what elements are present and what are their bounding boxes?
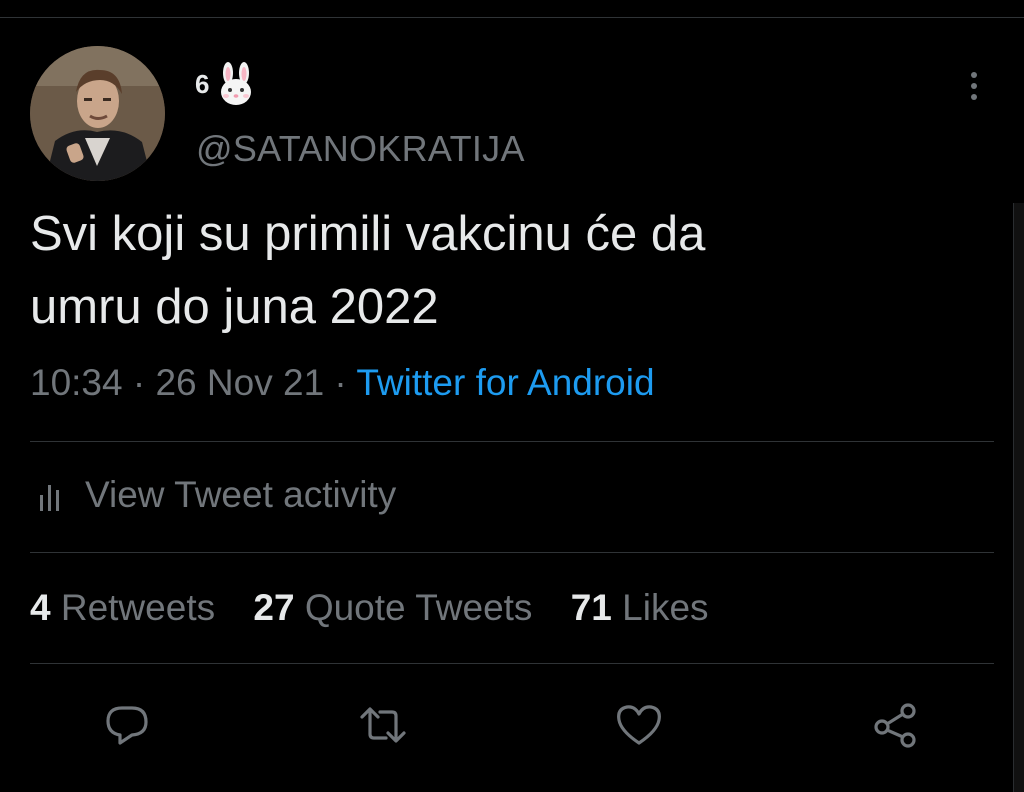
engagement-stats: 4 Retweets 27 Quote Tweets 71 Likes	[30, 587, 737, 629]
top-divider	[0, 17, 1024, 18]
avatar[interactable]	[30, 46, 165, 181]
tweet-text-line: Svi koji su primili vakcinu će da	[30, 207, 706, 261]
share-button[interactable]	[870, 700, 920, 750]
likes-label: Likes	[622, 587, 709, 628]
retweets-stat[interactable]: 4 Retweets	[30, 587, 215, 628]
meta-separator: ·	[122, 362, 156, 403]
like-button[interactable]	[614, 700, 664, 750]
share-icon	[874, 703, 916, 748]
view-tweet-activity-label: View Tweet activity	[85, 474, 397, 515]
tweet-source-link[interactable]: Twitter for Android	[356, 362, 654, 403]
retweet-button[interactable]	[358, 700, 408, 750]
likes-count: 71	[570, 587, 612, 628]
more-options-icon[interactable]	[968, 72, 980, 106]
tweet-meta: 10:34 · 26 Nov 21 · Twitter for Android	[30, 362, 655, 404]
tweet-date[interactable]: 26 Nov 21	[155, 362, 324, 403]
display-name-text: 6	[195, 68, 210, 99]
avatar-photo	[30, 46, 165, 181]
retweets-label: Retweets	[60, 587, 216, 628]
tweet-text: Svi koji su primili vakcinu će da umru d…	[30, 198, 970, 344]
like-icon	[617, 705, 661, 745]
reply-icon	[106, 706, 148, 745]
tweet-time[interactable]: 10:34	[30, 362, 123, 403]
rabbit-face-emoji-icon	[215, 62, 257, 106]
user-handle[interactable]: @SATANOKRATIJA	[196, 128, 525, 170]
reply-button[interactable]	[102, 700, 152, 750]
view-tweet-activity-button[interactable]: View Tweet activity	[35, 474, 396, 516]
quote-tweets-count: 27	[253, 587, 295, 628]
retweet-icon	[360, 707, 406, 743]
quote-tweets-stat[interactable]: 27 Quote Tweets	[253, 587, 532, 628]
divider	[30, 663, 994, 664]
scrollbar-edge	[1013, 203, 1024, 792]
retweets-count: 4	[30, 587, 51, 628]
meta-separator: ·	[324, 362, 357, 403]
divider	[30, 441, 994, 442]
chart-bars-icon	[40, 485, 59, 511]
likes-stat[interactable]: 71 Likes	[571, 587, 709, 628]
divider	[30, 552, 994, 553]
quote-tweets-label: Quote Tweets	[304, 587, 533, 628]
display-name[interactable]: 6	[195, 62, 257, 106]
tweet-text-line: umru do juna 2022	[30, 280, 439, 334]
